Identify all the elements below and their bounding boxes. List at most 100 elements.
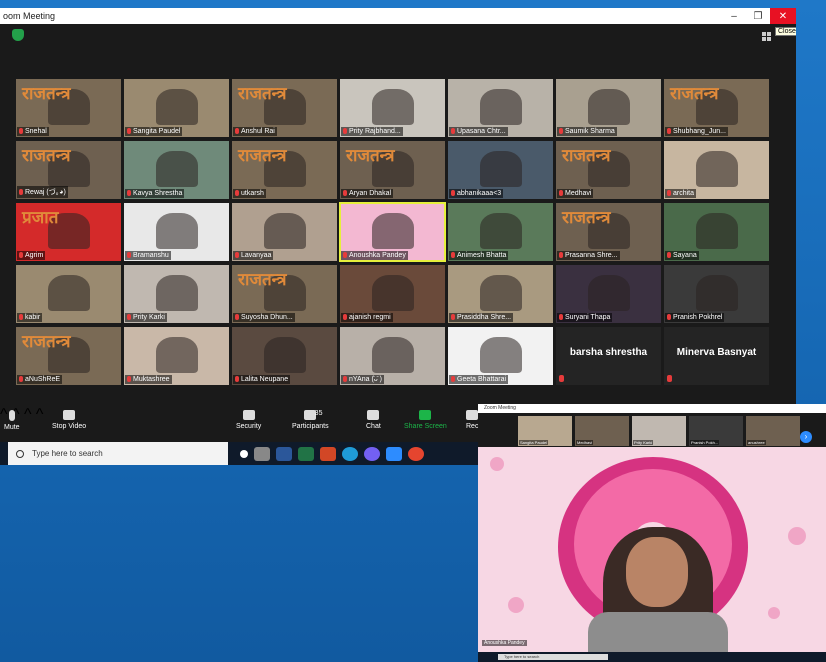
participant-tile[interactable]: राजतन्त्र aNuShReE [16, 327, 121, 385]
participant-tile[interactable]: Anoushka Pandey [339, 202, 446, 262]
participant-tile[interactable]: राजतन्त्र Suyosha Dhun... [232, 265, 337, 323]
muted-mic-icon [19, 189, 23, 196]
participant-name: Upasana Chtr... [457, 128, 506, 135]
participants-caret-icon[interactable]: ^ [24, 406, 32, 423]
participant-tile[interactable]: ajanish regmi [340, 265, 445, 323]
participants-button[interactable]: 35 Participants [292, 410, 329, 430]
chrome-icon[interactable] [408, 446, 424, 461]
participant-tile[interactable]: Prasiddha Shre... [448, 265, 553, 323]
participant-name: Medhavi [565, 190, 592, 197]
participant-video [155, 89, 198, 126]
participant-tile[interactable]: barsha shrestha [556, 327, 661, 385]
participant-tile[interactable]: प्रजात Agrim [16, 203, 121, 261]
edge-icon[interactable] [342, 446, 358, 461]
muted-mic-icon [19, 252, 23, 259]
share-screen-label: Share Screen [404, 423, 447, 430]
participant-name-label: Prasiddha Shre... [449, 313, 514, 322]
mute-label: Mute [4, 424, 20, 431]
participant-video [587, 89, 630, 126]
mute-button[interactable]: Mute [4, 410, 20, 431]
powerpoint-icon[interactable] [320, 446, 336, 461]
participant-tile[interactable]: Suryani Thapa [556, 265, 661, 323]
participant-tile[interactable]: Lalita Neupane [232, 327, 337, 385]
muted-mic-icon [127, 314, 131, 321]
muted-mic-icon [667, 190, 671, 197]
strip-participant-tile[interactable]: Prity Karki [632, 416, 686, 446]
participant-tile[interactable]: राजतन्त्र Aryan Dhakal [340, 141, 445, 199]
participant-tile[interactable]: राजतन्त्र Snehal [16, 79, 121, 137]
cortana-icon[interactable] [240, 449, 248, 458]
participant-tile[interactable]: Saumik Sharma [556, 79, 661, 137]
strip-participant-name: Prity Karki [633, 440, 654, 445]
participant-video [263, 213, 306, 250]
close-button[interactable]: ✕ [770, 8, 796, 24]
participant-tile[interactable]: Upasana Chtr... [448, 79, 553, 137]
participant-tile[interactable]: Pranish Pokhrel [664, 265, 769, 323]
participant-tile[interactable]: राजतन्त्र utkarsh [232, 141, 337, 199]
participant-tile[interactable]: nYAna (̄ᴗ̄ ) [340, 327, 445, 385]
share-screen-button[interactable]: Share Screen [404, 410, 447, 430]
participant-name: Geeta Bhattarai [457, 376, 507, 383]
active-speaker-video [478, 447, 826, 652]
participant-tile[interactable]: Sayana [664, 203, 769, 261]
participant-name-label: nYAna (̄ᴗ̄ ) [341, 375, 384, 384]
participant-tile[interactable]: Kavya Shrestha [124, 141, 229, 199]
gallery-view-icon[interactable] [762, 32, 771, 41]
next-page-arrow-icon[interactable]: › [800, 431, 812, 443]
participant-video [371, 337, 414, 374]
share-options-caret-icon[interactable]: ^ [36, 406, 44, 423]
participant-tile[interactable]: abhanikaaa<3 [448, 141, 553, 199]
task-view-icon[interactable] [254, 446, 270, 461]
participant-tile[interactable]: archita [664, 141, 769, 199]
taskbar-search-box[interactable]: Type here to search [8, 442, 228, 465]
participant-name: barsha shrestha [569, 347, 648, 358]
stop-video-button[interactable]: Stop Video [52, 410, 86, 430]
muted-mic-icon [451, 252, 455, 259]
muted-mic-icon [451, 190, 455, 197]
participant-tile[interactable]: राजतन्त्र Prasanna Shre... [556, 203, 661, 261]
participant-tile[interactable]: Muktashree [124, 327, 229, 385]
chat-button[interactable]: Chat [366, 410, 381, 430]
participant-name: Aryan Dhakal [349, 190, 392, 197]
video-camera-icon [63, 410, 76, 420]
speaker-shirt [588, 612, 728, 652]
word-icon[interactable] [276, 446, 292, 461]
virtual-background-title: राजतन्त्र [238, 270, 287, 290]
viber-icon[interactable] [364, 446, 380, 461]
encryption-shield-icon[interactable] [12, 29, 24, 41]
virtual-background-title: राजतन्त्र [238, 146, 287, 166]
participant-tile[interactable]: Bramanshu [124, 203, 229, 261]
participant-tile[interactable]: Prity Karki [124, 265, 229, 323]
zoom-icon[interactable] [386, 446, 402, 461]
participant-tile[interactable]: Sangita Paudel [124, 79, 229, 137]
muted-mic-icon [127, 128, 131, 135]
muted-mic-icon [235, 252, 239, 259]
participant-tile[interactable]: राजतन्त्र Shubhang_Jun... [664, 79, 769, 137]
participant-tile[interactable]: राजतन्त्र Medhavi [556, 141, 661, 199]
muted-mic-icon [19, 376, 23, 383]
participant-tile[interactable]: Lavanyaa [232, 203, 337, 261]
strip-participant-tile[interactable]: Pranish Pokh... [689, 416, 743, 446]
strip-participant-tile[interactable]: anushree [746, 416, 800, 446]
participant-tile[interactable]: राजतन्त्र Anshul Rai [232, 79, 337, 137]
minimize-button[interactable]: – [722, 8, 746, 24]
excel-icon[interactable] [298, 446, 314, 461]
strip-participant-name: anushree [747, 440, 766, 445]
participant-tile[interactable]: kabir [16, 265, 121, 323]
record-button[interactable]: Rec [466, 410, 478, 430]
strip-participant-tile[interactable]: Sangita Paudel [518, 416, 572, 446]
participant-name: abhanikaaa<3 [457, 190, 502, 197]
security-button[interactable]: Security [236, 410, 261, 430]
restore-button[interactable]: ❐ [746, 8, 770, 24]
participant-tile[interactable]: राजतन्त्र Rewaj (づ｡◕) [16, 141, 121, 199]
muted-mic-icon [559, 375, 564, 382]
participant-tile[interactable]: Minerva Basnyat [664, 327, 769, 385]
participant-name: Prasiddha Shre... [457, 314, 512, 321]
strip-participant-tile[interactable]: Medhavi [575, 416, 629, 446]
participant-tile[interactable]: Geeta Bhattarai [448, 327, 553, 385]
speaker-taskbar-search[interactable]: Type here to search [498, 654, 608, 660]
participant-tile[interactable]: Prity Rajbhand... [340, 79, 445, 137]
participant-tile[interactable]: Animesh Bhatta [448, 203, 553, 261]
participant-name: Muktashree [133, 376, 170, 383]
security-label: Security [236, 423, 262, 430]
